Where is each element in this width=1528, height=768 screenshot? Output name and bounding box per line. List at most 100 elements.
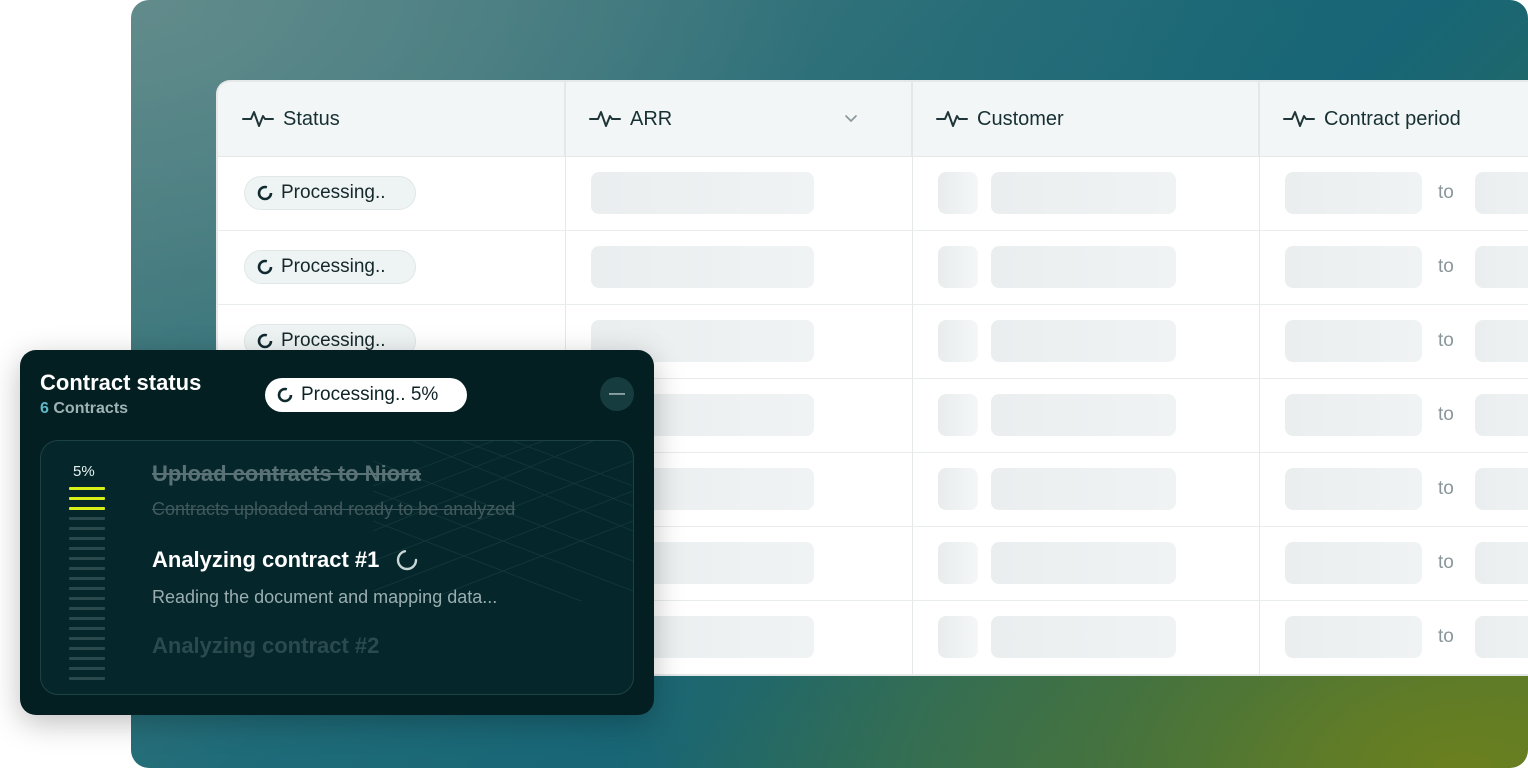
progress-segment — [69, 677, 105, 680]
steps-panel: 5% Upload contracts to Niora Contracts u… — [40, 440, 634, 695]
customer-name-placeholder — [991, 320, 1176, 362]
period-separator: to — [1438, 182, 1454, 203]
customer-logo-placeholder — [938, 394, 978, 436]
customer-name-placeholder — [991, 616, 1176, 658]
period-start-placeholder — [1285, 320, 1422, 362]
progress-segment — [69, 567, 105, 570]
period-start-placeholder — [1285, 246, 1422, 288]
table-header: Status ARR Customer Contract period — [218, 82, 1528, 157]
table-row[interactable]: Processing.. to — [218, 230, 1528, 305]
period-separator: to — [1438, 552, 1454, 573]
spinner-icon — [257, 185, 273, 201]
progress-segment — [69, 667, 105, 670]
progress-segment — [69, 537, 105, 540]
arr-placeholder — [591, 246, 814, 288]
customer-name-placeholder — [991, 542, 1176, 584]
progress-segment — [69, 597, 105, 600]
period-end-placeholder — [1475, 394, 1528, 436]
period-end-placeholder — [1475, 468, 1528, 510]
contract-count-label: Contracts — [53, 400, 129, 417]
arr-placeholder — [591, 172, 814, 214]
processing-pill: Processing.. 5% — [265, 378, 467, 412]
progress-segment — [69, 647, 105, 650]
spinner-icon — [257, 333, 273, 349]
spinner-icon — [257, 259, 273, 275]
progress-segment — [69, 527, 105, 530]
spinner-icon — [277, 387, 293, 403]
column-header-label: ARR — [630, 107, 673, 130]
column-header-status[interactable]: Status — [218, 82, 565, 156]
period-end-placeholder — [1475, 172, 1528, 214]
status-text: Processing.. — [281, 182, 386, 203]
column-header-label: Contract period — [1324, 107, 1461, 130]
progress-segment — [69, 577, 105, 580]
customer-logo-placeholder — [938, 616, 978, 658]
period-separator: to — [1438, 404, 1454, 425]
widget-title: Contract status — [40, 370, 202, 395]
column-header-customer[interactable]: Customer — [912, 82, 1259, 156]
period-separator: to — [1438, 626, 1454, 647]
period-end-placeholder — [1475, 616, 1528, 658]
minimize-button[interactable]: — — [600, 377, 634, 411]
period-end-placeholder — [1475, 320, 1528, 362]
progress-segment — [69, 547, 105, 550]
customer-logo-placeholder — [938, 246, 978, 288]
progress-segment — [69, 497, 105, 500]
customer-name-placeholder — [991, 394, 1176, 436]
period-start-placeholder — [1285, 172, 1422, 214]
status-text: Processing.. — [281, 330, 386, 351]
minimize-icon: — — [609, 385, 625, 402]
contract-count-number: 6 — [40, 400, 49, 417]
status-text: Processing.. — [281, 256, 386, 277]
customer-logo-placeholder — [938, 172, 978, 214]
progress-segment — [69, 587, 105, 590]
progress-segment — [69, 517, 105, 520]
period-end-placeholder — [1475, 246, 1528, 288]
contract-count: 6 Contracts — [40, 400, 128, 418]
period-separator: to — [1438, 478, 1454, 499]
progress-segment — [69, 627, 105, 630]
pulse-icon — [936, 111, 968, 127]
column-header-label: Status — [283, 107, 340, 130]
period-start-placeholder — [1285, 394, 1422, 436]
progress-segment — [69, 607, 105, 610]
step-title-text: Analyzing contract #1 — [152, 547, 380, 572]
pulse-icon — [589, 111, 621, 127]
processing-pill-label: Processing.. 5% — [301, 384, 439, 405]
progress-meter — [69, 487, 105, 687]
progress-percent: 5% — [73, 463, 95, 480]
step-desc-analyzing-1: Reading the document and mapping data... — [152, 587, 498, 607]
progress-segment — [69, 637, 105, 640]
customer-name-placeholder — [991, 246, 1176, 288]
period-start-placeholder — [1285, 468, 1422, 510]
column-header-contract-period[interactable]: Contract period — [1259, 82, 1528, 156]
spinner-icon — [397, 549, 418, 571]
step-title-upload: Upload contracts to Niora — [152, 461, 421, 486]
contract-status-widget: Contract status 6 Contracts Processing..… — [20, 350, 654, 715]
customer-name-placeholder — [991, 468, 1176, 510]
customer-logo-placeholder — [938, 320, 978, 362]
customer-logo-placeholder — [938, 468, 978, 510]
period-start-placeholder — [1285, 542, 1422, 584]
progress-segment — [69, 507, 105, 510]
status-badge: Processing.. — [244, 250, 416, 284]
pulse-icon — [1283, 111, 1315, 127]
period-separator: to — [1438, 330, 1454, 351]
progress-segment — [69, 617, 105, 620]
table-row[interactable]: Processing.. to — [218, 156, 1528, 231]
period-start-placeholder — [1285, 616, 1422, 658]
column-header-arr[interactable]: ARR — [565, 82, 912, 156]
period-end-placeholder — [1475, 542, 1528, 584]
step-desc-upload: Contracts uploaded and ready to be analy… — [152, 499, 516, 519]
step-title-analyzing-1: Analyzing contract #1 — [152, 547, 419, 573]
status-badge: Processing.. — [244, 176, 416, 210]
customer-logo-placeholder — [938, 542, 978, 584]
progress-segment — [69, 657, 105, 660]
progress-segment — [69, 557, 105, 560]
progress-segment — [69, 487, 105, 490]
customer-name-placeholder — [991, 172, 1176, 214]
step-title-analyzing-2: Analyzing contract #2 — [152, 633, 380, 658]
column-header-label: Customer — [977, 107, 1064, 130]
period-separator: to — [1438, 256, 1454, 277]
chevron-down-icon[interactable] — [843, 110, 859, 126]
